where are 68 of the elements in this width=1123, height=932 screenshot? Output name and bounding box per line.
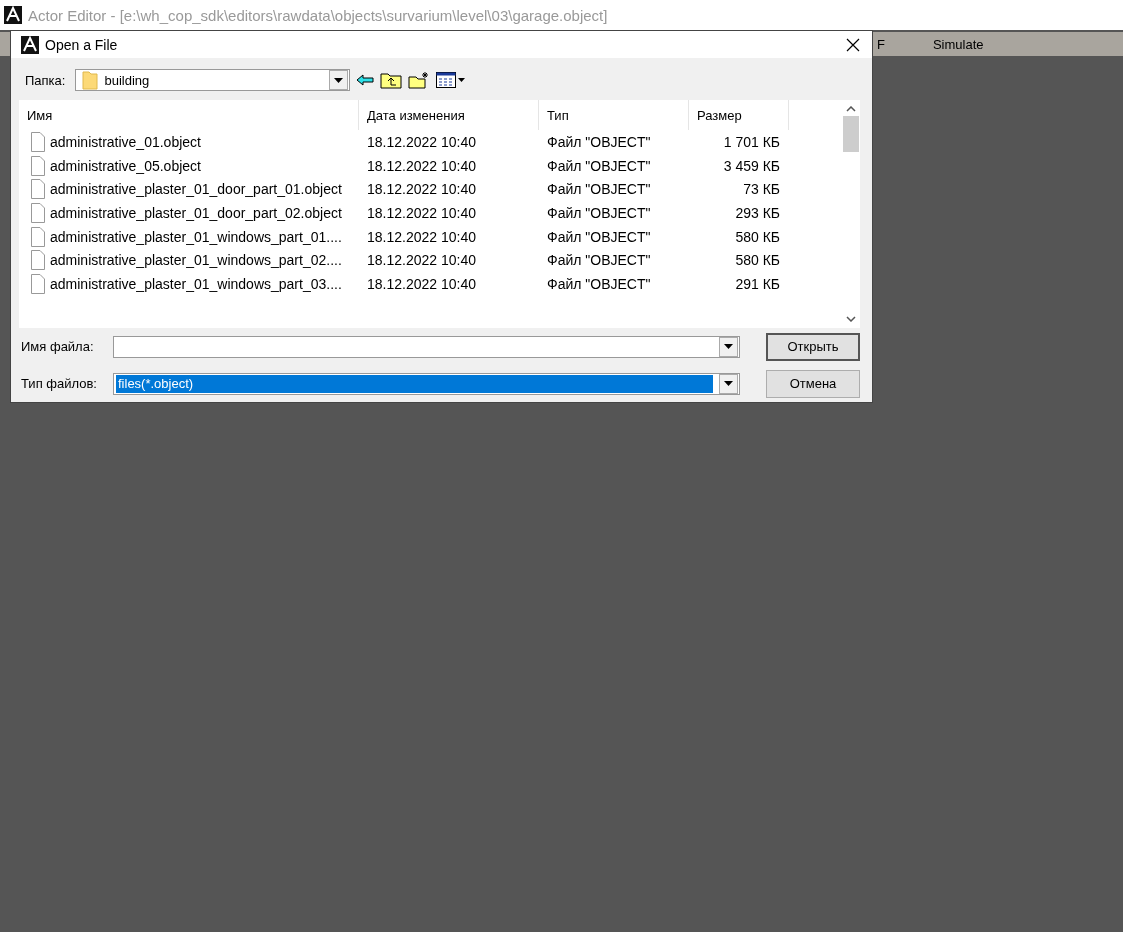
table-cell-text: 18.12.2022 10:40 <box>366 204 477 221</box>
view-menu-icon[interactable] <box>436 72 467 88</box>
up-folder-icon[interactable] <box>380 71 403 89</box>
table-cell-text: 580 КБ <box>734 252 781 269</box>
table-cell-text: 1 701 КБ <box>722 133 781 150</box>
app-logo-icon <box>21 35 39 54</box>
table-cell-text: Файл "OBJECT" <box>546 275 652 292</box>
file-type-dropdown[interactable]: files(*.object) <box>113 372 740 395</box>
column-header[interactable]: Имя <box>19 100 359 130</box>
file-name[interactable]: administrative_plaster_01_windows_part_01.... <box>19 226 359 247</box>
file-name[interactable]: administrative_plaster_01_windows_part_03.... <box>19 273 359 294</box>
file-name-field[interactable] <box>113 335 740 358</box>
file-name[interactable]: administrative_plaster_01_door_part_01.object <box>19 179 359 200</box>
table-cell-text: 18.12.2022 10:40 <box>366 228 477 245</box>
menu-item[interactable]: Simulate <box>932 36 984 52</box>
caret-icon <box>724 381 733 386</box>
file-icon <box>30 226 46 247</box>
file-name[interactable]: administrative_plaster_01_windows_part_02.... <box>19 250 359 271</box>
table-cell-text: Файл "OBJECT" <box>546 228 652 245</box>
caret-icon <box>334 77 344 83</box>
caret-icon <box>724 344 733 349</box>
table-cell-text: Файл "OBJECT" <box>546 252 652 269</box>
dropdown-button[interactable] <box>719 336 738 357</box>
file-name[interactable]: administrative_05.object <box>19 155 359 176</box>
table-cell-text: 73 КБ <box>742 181 781 198</box>
scroll-thumb[interactable] <box>843 116 859 152</box>
table-cell-text: Файл "OBJECT" <box>546 133 652 150</box>
column-header[interactable]: Дата изменения <box>359 100 539 130</box>
file-type-label: Тип файлов: <box>20 376 98 391</box>
file-icon <box>30 273 46 294</box>
table-cell-text: Файл "OBJECT" <box>546 157 652 174</box>
dialog-title: Open a File <box>45 36 119 53</box>
folder-label: Папка: <box>25 72 66 88</box>
folder-dropdown[interactable]: building <box>75 69 351 91</box>
table-cell-text: 293 КБ <box>734 204 781 221</box>
file-icon <box>30 202 46 223</box>
file-icon <box>30 131 46 152</box>
table-cell-text: 18.12.2022 10:40 <box>366 275 477 292</box>
file-name[interactable]: administrative_plaster_01_door_part_02.object <box>19 202 359 223</box>
table-cell-text: 18.12.2022 10:40 <box>366 181 477 198</box>
table-cell-text: Файл "OBJECT" <box>546 181 652 198</box>
close-icon[interactable] <box>846 37 860 52</box>
open-button[interactable]: Открыть <box>766 332 860 361</box>
dropdown-button[interactable] <box>719 373 738 394</box>
new-folder-icon[interactable] <box>408 71 431 89</box>
table-cell-text: 291 КБ <box>734 275 781 292</box>
column-header[interactable]: Размер <box>689 100 789 130</box>
window-title: Actor Editor - [e:\wh_cop_sdk\editors\rawdata\objects\survarium\level\03\garage.object] <box>28 6 608 24</box>
cancel-button[interactable]: Отмена <box>766 369 860 398</box>
table-cell-text: 3 459 КБ <box>722 157 781 174</box>
file-name-label: Имя файла: <box>20 339 95 354</box>
table-cell-text: 18.12.2022 10:40 <box>366 252 477 269</box>
dropdown-button[interactable] <box>329 70 349 90</box>
table-cell-text: 18.12.2022 10:40 <box>366 157 477 174</box>
scroll-up-icon[interactable] <box>846 106 856 112</box>
menu-item[interactable]: F <box>877 36 885 52</box>
table-cell-text: 18.12.2022 10:40 <box>366 133 477 150</box>
back-arrow-icon[interactable] <box>356 74 375 86</box>
file-icon <box>30 155 46 176</box>
table-cell-text: Файл "OBJECT" <box>546 204 652 221</box>
table-cell-text: 580 КБ <box>734 228 781 245</box>
file-icon <box>30 250 46 271</box>
file-name[interactable]: administrative_01.object <box>19 131 359 152</box>
folder-icon <box>82 70 99 90</box>
app-logo-icon <box>4 6 22 24</box>
file-icon <box>30 179 46 200</box>
column-header[interactable]: Тип <box>539 100 689 130</box>
scroll-down-icon[interactable] <box>846 316 856 322</box>
